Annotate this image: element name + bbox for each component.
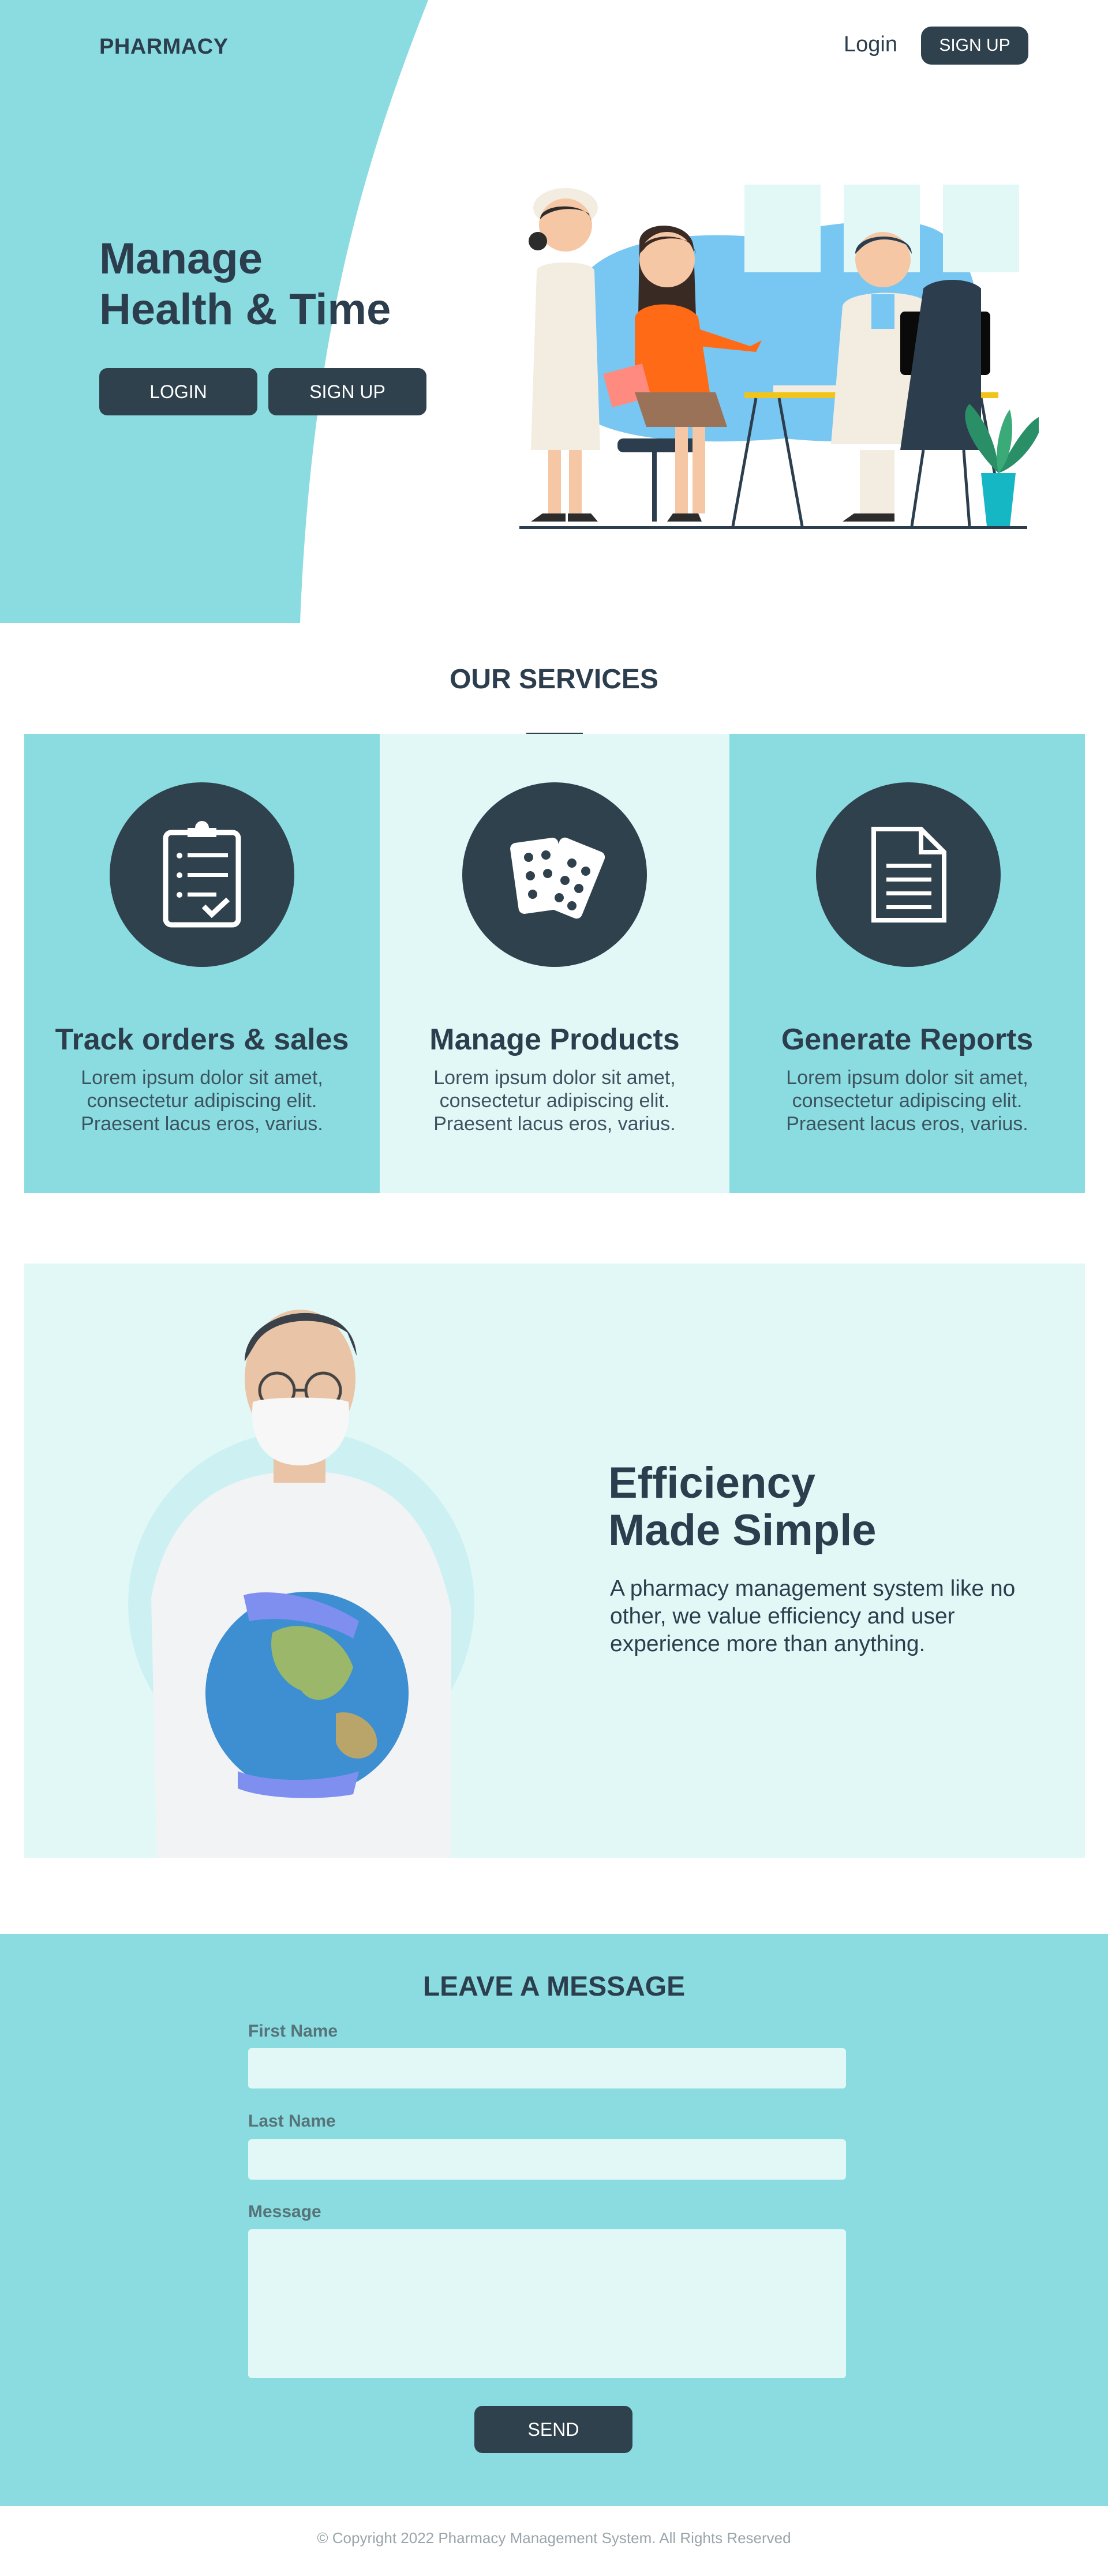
first-name-label: First Name [248,2022,338,2041]
page: PHARMACY Login SIGN UP Manage Health & T… [0,0,1108,2576]
service-title: Track orders & sales [55,1023,349,1056]
hero-illustration [519,185,1039,529]
contact-section: LEAVE A MESSAGE First Name Last Name Mes… [0,1934,1108,2506]
service-title: Manage Products [429,1023,680,1056]
efficiency-description: A pharmacy management system like no oth… [610,1576,1016,1656]
document-icon [816,782,1001,967]
services-title: OUR SERVICES [450,664,658,695]
service-description: Lorem ipsum dolor sit amet, consectetur … [433,1067,676,1135]
efficiency-title-line2: Made Simple [608,1506,877,1555]
clipboard-icon [110,782,294,967]
first-name-field[interactable] [248,2048,846,2088]
hero-title-line2: Health & Time [99,285,391,334]
nurse-figure [529,188,600,522]
efficiency-title: Efficiency Made Simple [608,1460,877,1554]
nav-signup-button[interactable]: SIGN UP [921,27,1028,65]
nav-login-link[interactable]: Login [844,32,897,57]
hero-signup-button[interactable]: SIGN UP [268,368,426,415]
service-title: Generate Reports [781,1023,1034,1056]
service-card-track-orders[interactable]: Track orders & sales Lorem ipsum dolor s… [24,734,380,1193]
pills-icon [462,782,647,967]
last-name-label: Last Name [248,2112,336,2131]
service-card-manage-products[interactable]: Manage Products Lorem ipsum dolor sit am… [380,734,729,1193]
service-description: Lorem ipsum dolor sit amet, consectetur … [786,1067,1028,1135]
send-button[interactable]: SEND [474,2406,632,2453]
service-description: Lorem ipsum dolor sit amet, consectetur … [81,1067,323,1135]
brand-logo[interactable]: PHARMACY [99,35,229,59]
hero-login-button[interactable]: LOGIN [99,368,257,415]
doctor-with-globe-photo [128,1310,474,1858]
efficiency-section: Efficiency Made Simple A pharmacy manage… [24,1263,1085,1858]
hero-title: Manage Health & Time [99,234,391,335]
message-field[interactable] [248,2229,846,2378]
last-name-field[interactable] [248,2139,846,2180]
contact-title: LEAVE A MESSAGE [422,1971,686,2002]
efficiency-title-line1: Efficiency [608,1458,816,1508]
hero-title-line1: Manage [99,234,263,283]
service-card-generate-reports[interactable]: Generate Reports Lorem ipsum dolor sit a… [729,734,1085,1193]
footer-copyright: © Copyright 2022 Pharmacy Management Sys… [317,2529,791,2547]
message-label: Message [248,2202,321,2221]
